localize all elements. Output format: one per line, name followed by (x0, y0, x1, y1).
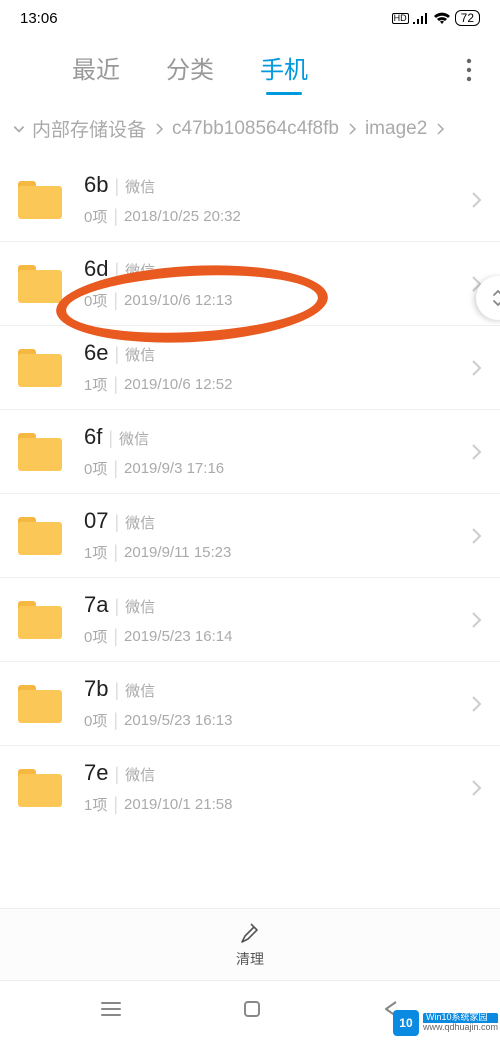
folder-source: 微信 (125, 344, 155, 365)
chevron-right-icon (152, 122, 166, 136)
sort-icon (491, 287, 500, 309)
folder-list: 6b|微信 0项|2018/10/25 20:32 6d|微信 0项|2019/… (0, 158, 500, 829)
folder-icon (18, 181, 62, 219)
folder-date: 2019/10/1 21:58 (124, 796, 232, 813)
more-icon[interactable] (466, 58, 472, 87)
watermark-url: www.qdhuajin.com (423, 1023, 498, 1033)
folder-name: 7b (84, 676, 108, 702)
tab-category[interactable]: 分类 (166, 50, 214, 85)
chevron-down-icon (12, 122, 26, 136)
clean-button-label[interactable]: 清理 (236, 949, 264, 969)
folder-count: 0项 (84, 290, 107, 311)
watermark: 10 Win10系统家园 www.qdhuajin.com (393, 1010, 498, 1036)
folder-count: 1项 (84, 374, 107, 395)
tab-recent[interactable]: 最近 (72, 50, 120, 85)
wifi-icon (433, 11, 451, 25)
battery-icon: 72 (455, 10, 480, 26)
folder-icon (18, 517, 62, 555)
list-item[interactable]: 6f|微信 0项|2019/9/3 17:16 (0, 410, 500, 494)
folder-date: 2019/9/11 15:23 (124, 544, 231, 561)
folder-name: 6b (84, 172, 108, 198)
folder-name: 6d (84, 256, 108, 282)
bottom-action-bar: 清理 (0, 908, 500, 980)
status-time: 13:06 (20, 10, 58, 27)
folder-count: 0项 (84, 458, 107, 479)
list-item[interactable]: 6d|微信 0项|2019/10/6 12:13 (0, 242, 500, 326)
folder-date: 2019/5/23 16:13 (124, 712, 232, 729)
folder-icon (18, 685, 62, 723)
folder-source: 微信 (125, 512, 155, 533)
chevron-right-icon (470, 778, 482, 798)
folder-name: 07 (84, 508, 108, 534)
chevron-right-icon (470, 526, 482, 546)
folder-icon (18, 601, 62, 639)
folder-name: 7a (84, 592, 108, 618)
folder-count: 0项 (84, 206, 107, 227)
fade-overlay (0, 888, 500, 908)
list-item[interactable]: 7e|微信 1项|2019/10/1 21:58 (0, 746, 500, 829)
folder-count: 0项 (84, 710, 107, 731)
folder-icon (18, 349, 62, 387)
folder-date: 2019/10/6 12:52 (124, 376, 232, 393)
folder-count: 1项 (84, 542, 107, 563)
tab-bar: 最近 分类 手机 (0, 36, 500, 103)
list-item[interactable]: 07|微信 1项|2019/9/11 15:23 (0, 494, 500, 578)
folder-date: 2018/10/25 20:32 (124, 208, 241, 225)
folder-date: 2019/10/6 12:13 (124, 292, 232, 309)
chevron-right-icon (470, 190, 482, 210)
list-item[interactable]: 7b|微信 0项|2019/5/23 16:13 (0, 662, 500, 746)
signal-icon (413, 12, 429, 24)
folder-name: 6f (84, 424, 102, 450)
breadcrumb-seg-2[interactable]: image2 (365, 118, 427, 140)
folder-source: 微信 (125, 680, 155, 701)
list-item[interactable]: 6b|微信 0项|2018/10/25 20:32 (0, 158, 500, 242)
chevron-right-icon (470, 358, 482, 378)
nav-recents-button[interactable] (100, 1000, 122, 1023)
hd-icon: HD (392, 13, 409, 24)
folder-source: 微信 (125, 596, 155, 617)
list-item[interactable]: 7a|微信 0项|2019/5/23 16:14 (0, 578, 500, 662)
status-bar: 13:06 HD 72 (0, 0, 500, 36)
folder-date: 2019/5/23 16:14 (124, 628, 232, 645)
breadcrumb-seg-0[interactable]: 内部存储设备 (32, 115, 146, 142)
folder-count: 1项 (84, 794, 107, 815)
breadcrumb[interactable]: 内部存储设备 c47bb108564c4f8fb image2 (0, 103, 500, 158)
tab-phone[interactable]: 手机 (260, 50, 308, 85)
breadcrumb-seg-1[interactable]: c47bb108564c4f8fb (172, 118, 339, 140)
folder-icon (18, 769, 62, 807)
folder-icon (18, 265, 62, 303)
folder-icon (18, 433, 62, 471)
folder-source: 微信 (125, 764, 155, 785)
broom-icon[interactable] (237, 921, 263, 947)
folder-source: 微信 (125, 176, 155, 197)
folder-source: 微信 (119, 428, 149, 449)
folder-date: 2019/9/3 17:16 (124, 460, 224, 477)
chevron-right-icon (470, 694, 482, 714)
folder-source: 微信 (125, 260, 155, 281)
watermark-badge: 10 (393, 1010, 419, 1036)
folder-name: 7e (84, 760, 108, 786)
status-right: HD 72 (392, 10, 480, 26)
chevron-right-icon (470, 610, 482, 630)
nav-home-button[interactable] (242, 999, 262, 1024)
list-item[interactable]: 6e|微信 1项|2019/10/6 12:52 (0, 326, 500, 410)
folder-count: 0项 (84, 626, 107, 647)
chevron-right-icon (470, 442, 482, 462)
folder-name: 6e (84, 340, 108, 366)
chevron-right-icon (345, 122, 359, 136)
chevron-right-icon (433, 122, 447, 136)
